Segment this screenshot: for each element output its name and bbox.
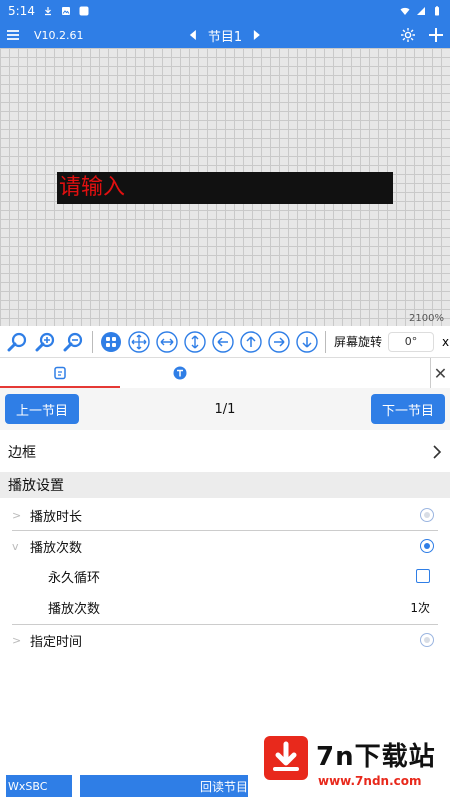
play-count-mode-row[interactable]: v 播放次数 [0,531,450,561]
property-tabs: ✕ [0,358,450,388]
led-text-area[interactable]: 请输入 [57,172,393,204]
play-settings-header: 播放设置 [0,472,450,498]
device-selector[interactable]: WxSBC [6,775,72,797]
edit-toolbar: 屏幕旋转 0° x [0,326,450,358]
download-icon [44,7,51,16]
text-t-icon [173,366,187,380]
battery-icon [435,6,439,16]
move-all-icon[interactable] [127,330,151,354]
close-tab-icon[interactable]: ✕ [430,358,450,388]
image-notification-icon [61,7,70,15]
next-program-button[interactable]: 下一节目 [371,394,445,424]
previous-program-icon[interactable] [188,29,198,41]
toolbar-divider [325,330,326,353]
add-icon[interactable] [428,27,444,43]
loop-forever-checkbox[interactable] [416,569,430,583]
play-duration-label: 播放时长 [30,509,83,525]
grid-layout-icon[interactable] [99,330,123,354]
arrow-right-icon[interactable] [267,330,291,354]
toolbar-divider [92,330,93,353]
settings-gear-icon[interactable] [400,27,416,43]
specified-time-radio[interactable] [420,633,434,647]
loop-forever-row[interactable]: 永久循环 [0,561,450,591]
signal-icon [417,7,425,15]
edit-document-icon [54,366,66,380]
play-duration-row[interactable]: > 播放时长 [0,500,450,530]
watermark-name: 7n下载站 [316,742,436,772]
led-canvas[interactable]: 请输入 2100% [0,48,450,326]
app-notification-icon [79,6,89,16]
play-times-row[interactable]: 播放次数 1次 [0,592,450,622]
arrow-down-icon[interactable] [295,330,319,354]
status-bar: 5:14 [0,0,450,22]
fit-zoom-icon[interactable] [6,330,30,354]
zoom-in-icon[interactable] [34,330,58,354]
read-program-button[interactable]: 回读节目 [80,775,250,797]
stretch-vertical-icon[interactable] [183,330,207,354]
play-times-label: 播放次数 [48,601,101,617]
play-count-mode-label: 播放次数 [30,540,83,556]
loop-forever-label: 永久循环 [48,570,101,586]
watermark-url: www.7ndn.com [318,774,422,788]
play-count-radio[interactable] [420,539,434,553]
previous-program-button[interactable]: 上一节目 [5,394,79,424]
wifi-icon [400,7,410,15]
toolbar-close-button[interactable]: x [442,335,449,349]
site-watermark: 7n下载站 www.7ndn.com [248,724,450,800]
app-version: V10.2.61 [34,28,84,42]
chevron-right-icon: > [12,633,22,647]
stretch-horizontal-icon[interactable] [155,330,179,354]
chevron-right-icon [433,445,442,459]
next-program-icon[interactable] [252,29,262,41]
zoom-level: 2100% [409,313,444,324]
specified-time-row[interactable]: > 指定时间 [0,625,450,655]
chevron-down-icon: v [12,539,19,553]
play-duration-radio[interactable] [420,508,434,522]
download-logo-icon [264,736,308,780]
border-setting-row[interactable]: 边框 [0,434,450,470]
rotation-input[interactable]: 0° [388,331,435,352]
program-pager: 1/1 上一节目 下一节目 [0,388,450,430]
status-time: 5:14 [8,4,35,18]
specified-time-label: 指定时间 [30,634,83,650]
play-times-value[interactable]: 1次 [410,599,430,616]
screen-rotation-label: 屏幕旋转 [334,335,383,349]
arrow-left-icon[interactable] [211,330,235,354]
zoom-out-icon[interactable] [62,330,86,354]
program-switcher: 节目1 [188,26,262,45]
chevron-right-icon: > [12,508,22,522]
app-bar: V10.2.61 节目1 [0,22,450,48]
border-label: 边框 [8,445,36,461]
tab-text-properties[interactable] [120,358,240,388]
tab-program-properties[interactable] [0,358,120,388]
arrow-up-icon[interactable] [239,330,263,354]
program-title: 节目1 [207,29,243,45]
menu-icon[interactable] [6,26,24,44]
